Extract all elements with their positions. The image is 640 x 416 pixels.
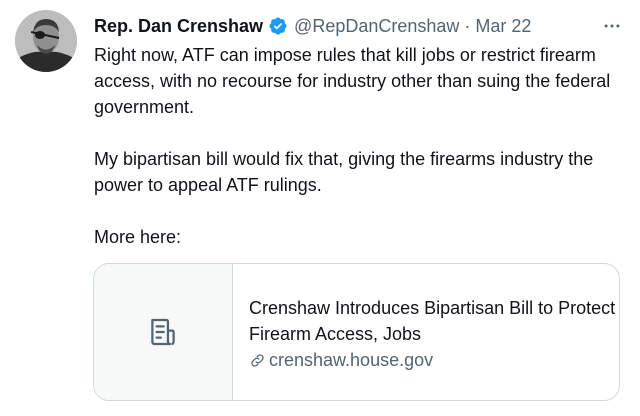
link-icon — [249, 352, 266, 369]
card-text: Crenshaw Introduces Bipartisan Bill to P… — [233, 264, 619, 400]
more-horizontal-icon[interactable] — [600, 14, 624, 38]
author-display-name[interactable]: Rep. Dan Crenshaw — [94, 16, 263, 37]
tweet-paragraph: My bipartisan bill would fix that, givin… — [94, 149, 594, 195]
document-icon — [151, 318, 175, 346]
link-preview-card[interactable]: Crenshaw Introduces Bipartisan Bill to P… — [93, 263, 620, 401]
tweet-date[interactable]: Mar 22 — [475, 16, 531, 37]
tweet-paragraph: Right now, ATF can impose rules that kil… — [94, 45, 611, 117]
verified-badge-icon — [268, 16, 288, 36]
profile-photo — [15, 10, 77, 72]
tweet-text: Right now, ATF can impose rules that kil… — [94, 42, 624, 250]
header-separator: · — [464, 15, 471, 36]
card-title: Crenshaw Introduces Bipartisan Bill to P… — [249, 298, 616, 344]
tweet[interactable]: Rep. Dan Crenshaw @RepDanCrenshaw · Mar … — [0, 0, 640, 416]
card-domain-row: crenshaw.house.gov — [249, 347, 619, 373]
card-thumbnail — [94, 264, 233, 400]
card-domain: crenshaw.house.gov — [269, 350, 434, 370]
tweet-paragraph: More here: — [94, 227, 182, 247]
author-handle[interactable]: @RepDanCrenshaw — [294, 16, 459, 37]
tweet-header: Rep. Dan Crenshaw @RepDanCrenshaw · Mar … — [94, 13, 531, 39]
avatar[interactable] — [15, 10, 77, 72]
